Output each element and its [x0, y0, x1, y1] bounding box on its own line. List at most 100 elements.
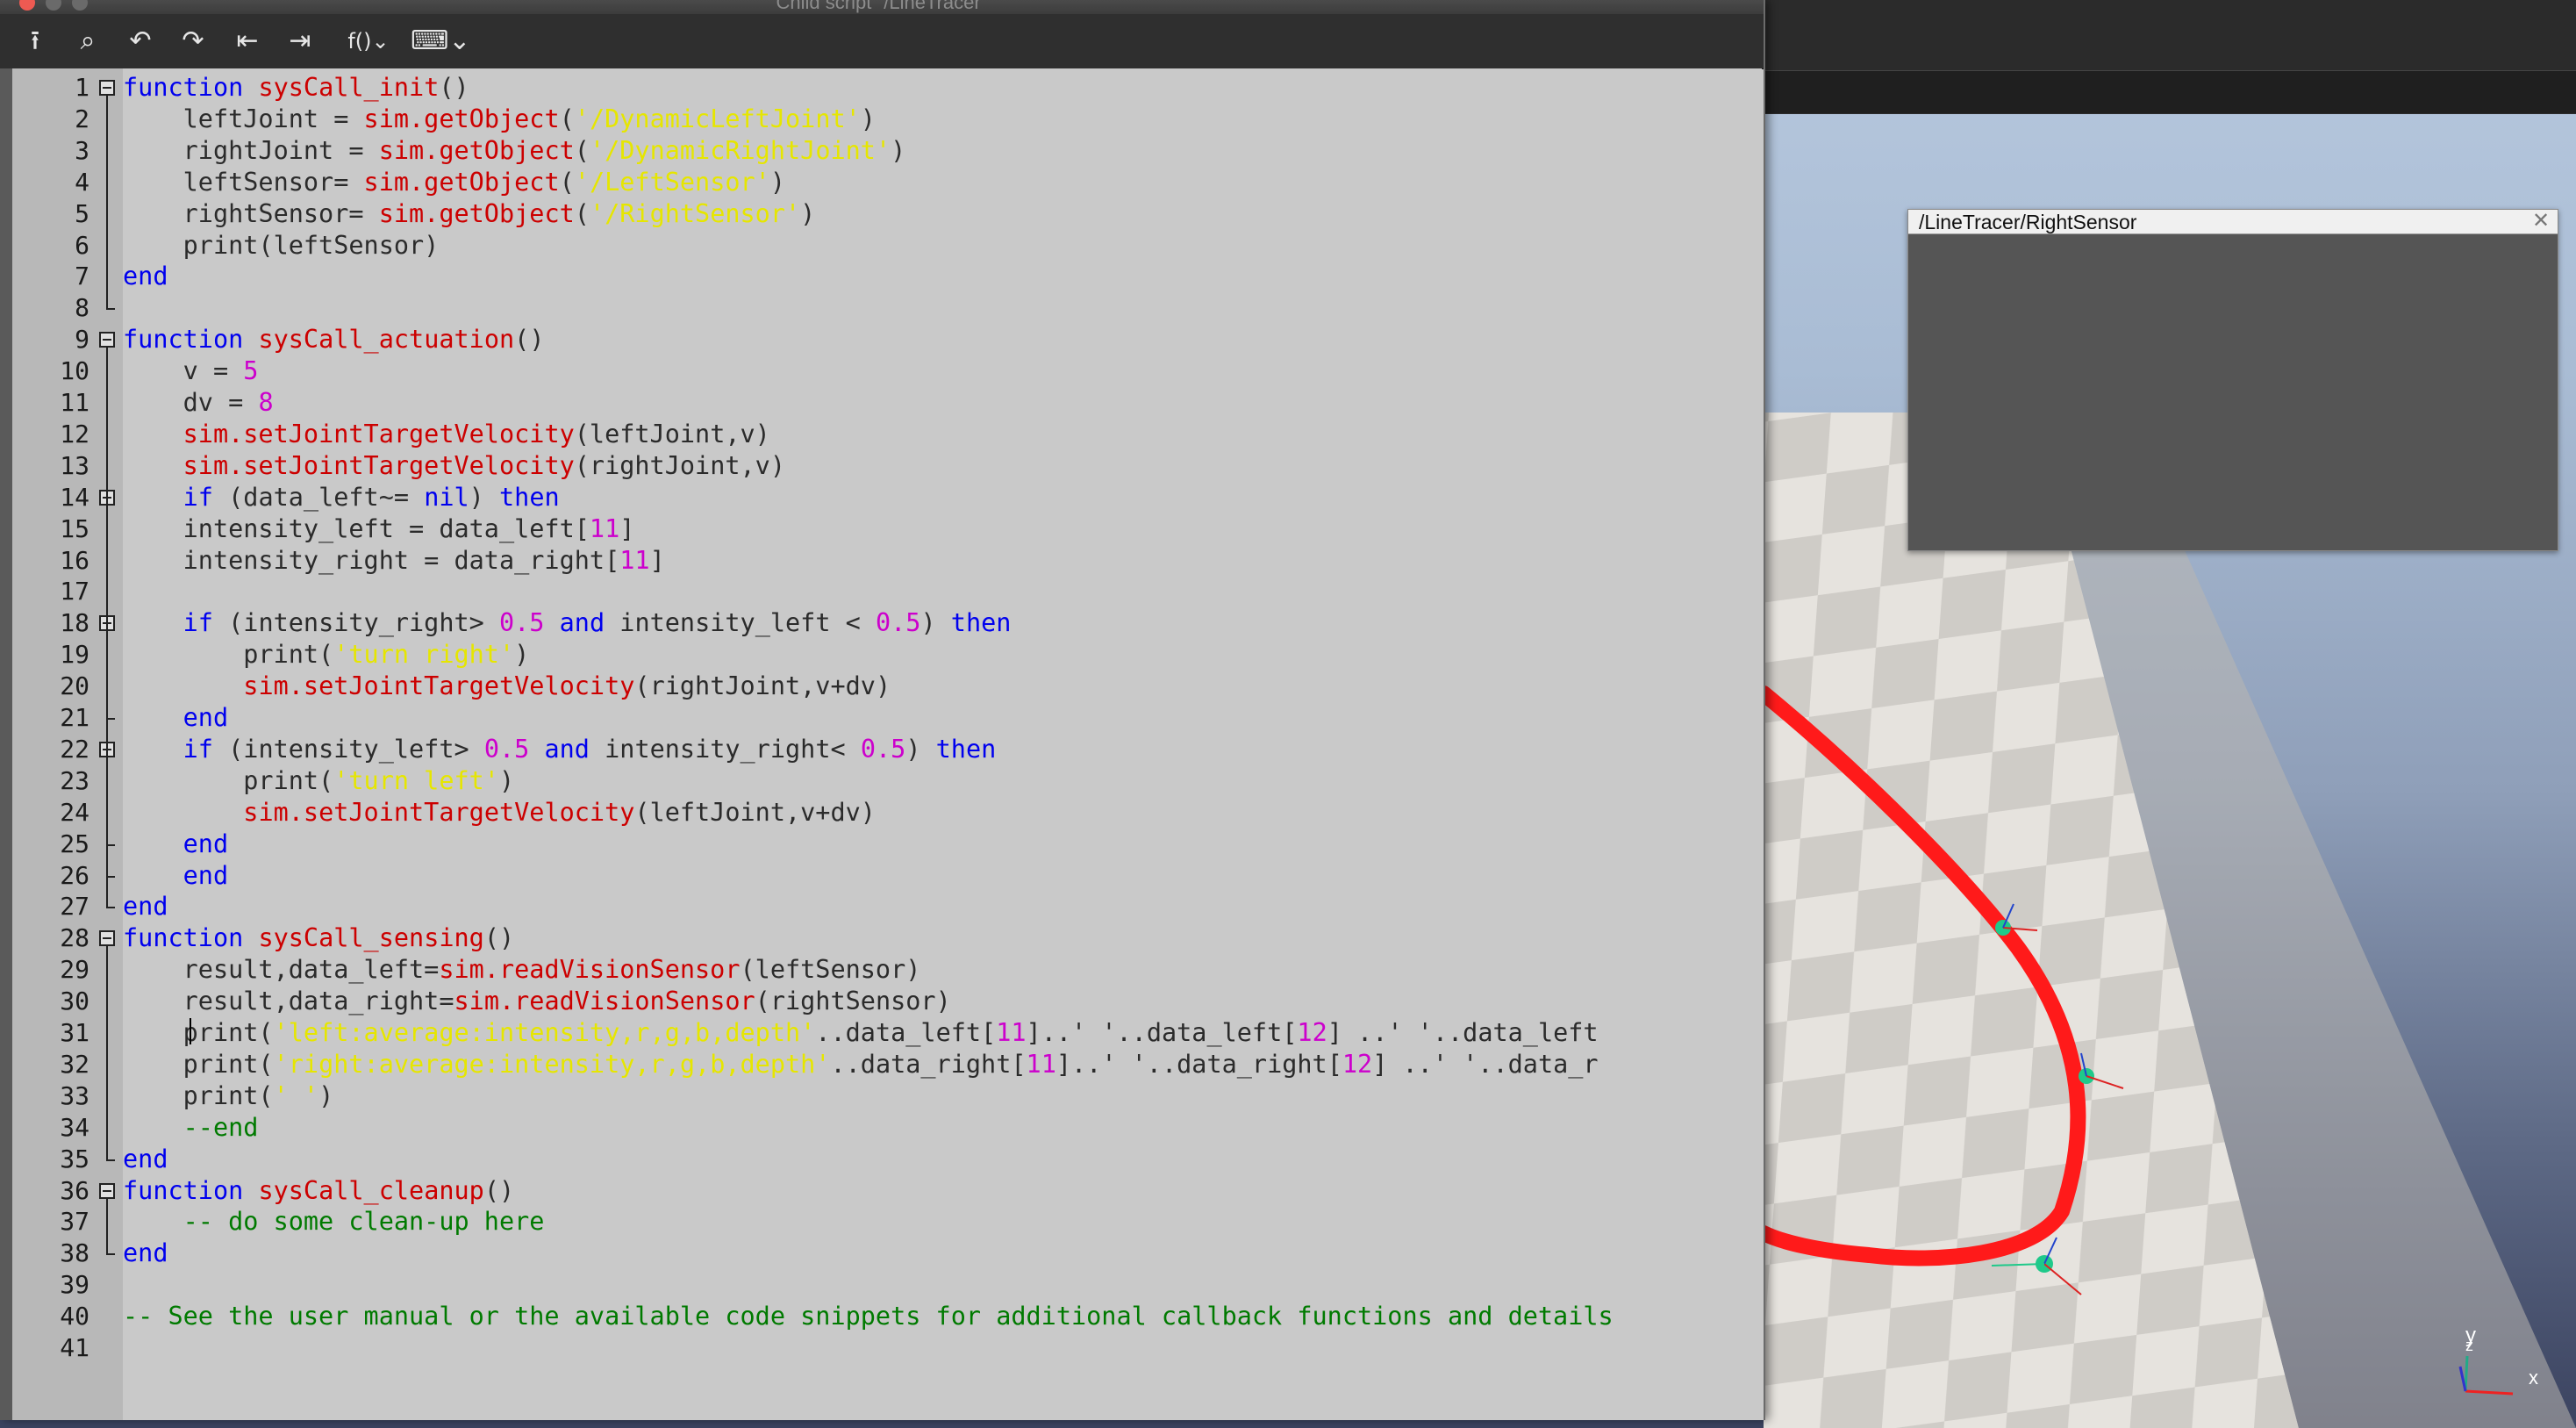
close-icon[interactable]: ✕ — [2531, 211, 2551, 232]
code-line[interactable]: leftJoint = sim.getObject('/DynamicLeftJ… — [123, 104, 876, 135]
code-line[interactable]: print('turn left') — [123, 765, 514, 797]
export-icon[interactable]: ⭱ — [18, 25, 53, 58]
code-token: nil — [424, 482, 469, 512]
code-line[interactable]: if (intensity_left> 0.5 and intensity_ri… — [123, 734, 997, 765]
code-token: (rightJoint,v) — [574, 450, 785, 480]
code-token: intensity_right< — [589, 734, 861, 764]
code-token: sim.readVisionSensor — [439, 955, 741, 985]
line-number: 13 — [60, 450, 89, 480]
code-token: () — [483, 923, 515, 953]
code-line[interactable]: result,data_right=sim.readVisionSensor(r… — [123, 986, 951, 1017]
line-number: 32 — [60, 1049, 89, 1079]
code-token: 11 — [996, 1018, 1027, 1047]
code-line[interactable]: intensity_left = data_left[11] — [123, 513, 635, 545]
code-line[interactable]: end — [123, 1144, 168, 1175]
code-token: ] — [649, 545, 665, 575]
code-line[interactable]: end — [123, 261, 168, 292]
code-line[interactable]: intensity_right = data_right[11] — [123, 545, 665, 577]
outdent-icon[interactable]: ⇥ — [283, 25, 318, 58]
code-line[interactable]: if (data_left~= nil) then — [123, 482, 560, 513]
code-line[interactable]: rightJoint = sim.getObject('/DynamicRigh… — [123, 135, 906, 167]
code-token: print( — [123, 1080, 274, 1110]
script-editor-window[interactable]: Child script "/LineTracer" ⭱ ⌕ ↶ ↷ ⇤ ⇥ f()⌄ ⌨⌄ … — [0, 0, 1765, 1420]
code-token: then — [499, 482, 560, 512]
line-number: 24 — [60, 797, 89, 827]
code-token: sysCall_init — [258, 73, 440, 102]
sensor-view-titlebar[interactable]: /LineTracer/RightSensor ✕ — [1908, 210, 2558, 234]
line-number: 25 — [60, 829, 89, 858]
code-line[interactable]: result,data_left=sim.readVisionSensor(le… — [123, 954, 921, 986]
code-line[interactable]: if (intensity_right> 0.5 and intensity_l… — [123, 607, 1012, 639]
editor-titlebar[interactable]: Child script "/LineTracer" — [0, 0, 1764, 14]
line-number: 28 — [60, 923, 89, 953]
code-token: 5 — [243, 356, 259, 386]
code-token: sim.setJointTargetVelocity — [243, 797, 635, 827]
code-line[interactable]: print(leftSensor) — [123, 230, 440, 262]
code-line[interactable]: end — [123, 891, 168, 922]
code-token: 'turn right' — [333, 640, 515, 670]
code-line[interactable]: print('right:average:intensity,r,g,b,dep… — [123, 1049, 1599, 1080]
snippets-menu-icon[interactable]: ⌨⌄ — [411, 25, 470, 58]
undo-icon[interactable]: ↶ — [123, 25, 158, 58]
line-number: 17 — [60, 577, 89, 606]
code-token: ) — [891, 135, 906, 165]
code-line[interactable]: v = 5 — [123, 355, 259, 387]
code-line[interactable]: sim.setJointTargetVelocity(rightJoint,v+… — [123, 671, 891, 702]
code-line[interactable]: sim.setJointTargetVelocity(leftJoint,v) — [123, 419, 770, 450]
code-line[interactable]: function sysCall_sensing() — [123, 922, 514, 954]
code-line[interactable]: print('left:average:intensity,r,g,b,dept… — [123, 1017, 1599, 1049]
editor-toolbar: ⭱ ⌕ ↶ ↷ ⇤ ⇥ f()⌄ ⌨⌄ — [0, 14, 1764, 69]
vision-sensor-floating-view[interactable]: /LineTracer/RightSensor ✕ — [1907, 209, 2558, 551]
code-line[interactable]: end — [123, 829, 228, 860]
fold-guide-line — [106, 96, 108, 310]
code-line[interactable]: dv = 8 — [123, 387, 274, 419]
fold-toggle-icon[interactable] — [99, 1182, 115, 1199]
code-line[interactable]: function sysCall_cleanup() — [123, 1175, 514, 1207]
code-line[interactable]: --end — [123, 1112, 259, 1144]
line-number: 29 — [60, 955, 89, 985]
fold-toggle-icon[interactable] — [99, 80, 115, 96]
line-number: 37 — [60, 1207, 89, 1237]
line-number: 34 — [60, 1112, 89, 1142]
code-line[interactable]: end — [123, 1238, 168, 1269]
code-line[interactable]: function sysCall_init() — [123, 72, 469, 104]
code-token: ] ..' '..data_r — [1372, 1049, 1599, 1079]
code-line[interactable]: sim.setJointTargetVelocity(rightJoint,v) — [123, 450, 785, 482]
code-line[interactable]: -- do some clean-up here — [123, 1206, 545, 1238]
code-token: sim.getObject — [378, 198, 575, 228]
code-token: (rightJoint,v+dv) — [634, 671, 891, 701]
fold-toggle-icon[interactable] — [99, 332, 115, 348]
fold-guide-line — [106, 1198, 108, 1255]
code-token: then — [935, 734, 997, 764]
code-token: function — [123, 325, 244, 355]
code-line[interactable]: end — [123, 860, 228, 892]
code-line[interactable]: function sysCall_actuation() — [123, 324, 544, 355]
indent-icon[interactable]: ⇤ — [230, 25, 265, 58]
code-line[interactable]: sim.setJointTargetVelocity(leftJoint,v+d… — [123, 797, 876, 829]
functions-menu-icon[interactable]: f()⌄ — [342, 25, 395, 58]
line-number: 3 — [75, 135, 89, 165]
code-line[interactable]: rightSensor= sim.getObject('/RightSensor… — [123, 198, 816, 230]
code-token: 'right:average:intensity,r,g,b,depth' — [273, 1049, 831, 1079]
redo-icon[interactable]: ↷ — [175, 25, 211, 58]
code-line[interactable]: -- See the user manual or the available … — [123, 1301, 1614, 1332]
code-token: ( — [574, 198, 590, 228]
fold-toggle-icon[interactable] — [99, 930, 115, 947]
code-text-area[interactable]: function sysCall_init() leftJoint = sim.… — [123, 68, 1762, 1420]
search-icon[interactable]: ⌕ — [70, 25, 105, 58]
code-line[interactable]: print(' ') — [123, 1080, 334, 1112]
code-line[interactable]: end — [123, 702, 228, 734]
code-line[interactable]: leftSensor= sim.getObject('/LeftSensor') — [123, 167, 785, 198]
code-token: ) — [905, 734, 936, 764]
code-token: ]..' '..data_right[ — [1055, 1049, 1342, 1079]
code-line[interactable]: print('turn right') — [123, 639, 529, 671]
code-token: ' ' — [273, 1080, 319, 1110]
code-token: end — [182, 703, 229, 732]
code-token: sysCall_cleanup — [258, 1175, 484, 1205]
code-token: end — [182, 829, 229, 858]
